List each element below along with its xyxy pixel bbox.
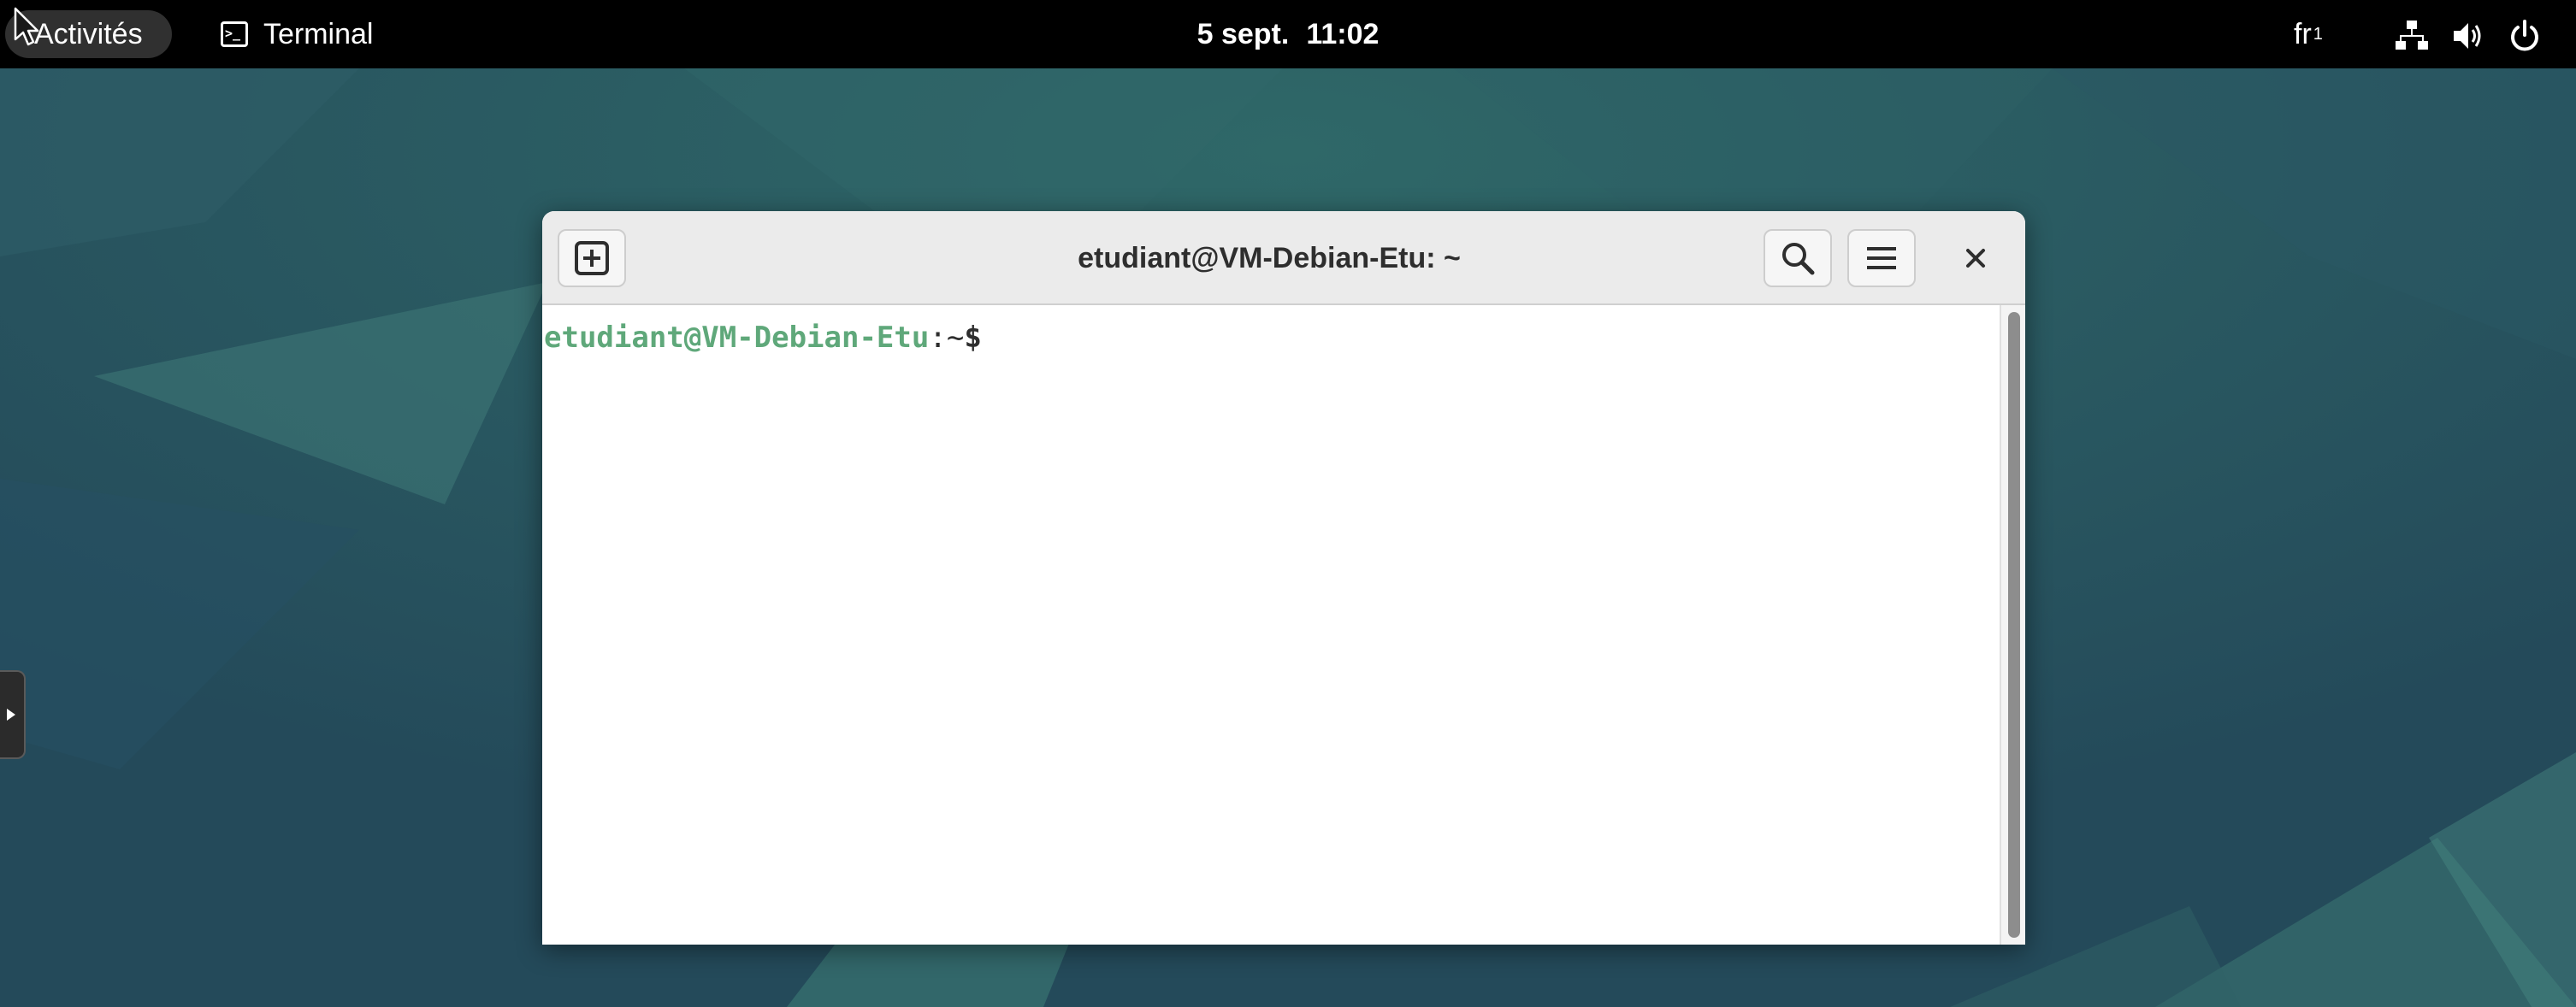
- power-icon[interactable]: [2508, 19, 2542, 53]
- network-wired-icon[interactable]: [2395, 19, 2429, 53]
- app-menu-terminal[interactable]: >_ Terminal: [221, 10, 373, 58]
- clock-button[interactable]: 5 sept. 11:02: [1112, 10, 1464, 58]
- prompt-symbol: $: [964, 321, 982, 355]
- keyboard-layout-index: 1: [2313, 24, 2323, 44]
- search-icon: [1782, 243, 1815, 275]
- clock-date: 5 sept.: [1196, 17, 1290, 50]
- terminal-window[interactable]: etudiant@VM-Debian-Etu: ~ etudiant@VM-De…: [542, 211, 2025, 945]
- search-button[interactable]: [1764, 229, 1832, 287]
- top-bar: Activités >_ Terminal 5 sept. 11:02 fr 1: [0, 0, 2576, 68]
- shell-prompt: etudiant@VM-Debian-Etu:~$: [544, 321, 982, 355]
- keyboard-layout-label: fr: [2294, 17, 2312, 50]
- terminal-text-area[interactable]: etudiant@VM-Debian-Etu:~$: [542, 305, 2025, 945]
- desktop: Activités >_ Terminal 5 sept. 11:02 fr1: [0, 0, 2576, 1007]
- expand-arrow-icon: [7, 709, 15, 721]
- prompt-directory: ~: [946, 321, 965, 355]
- dock-reveal-handle[interactable]: [0, 670, 26, 759]
- new-tab-button[interactable]: [558, 229, 626, 287]
- close-icon: [1966, 249, 1985, 268]
- terminal-icon: >_: [221, 21, 248, 47]
- clock-time: 11:02: [1306, 17, 1380, 50]
- close-window-button[interactable]: [1947, 229, 2005, 287]
- main-menu-button[interactable]: [1847, 229, 1916, 287]
- new-tab-icon: [575, 241, 609, 275]
- volume-icon[interactable]: [2451, 19, 2485, 53]
- hamburger-menu-icon: [1867, 247, 1896, 269]
- prompt-user-host: etudiant@VM-Debian-Etu: [544, 321, 930, 355]
- app-menu-label: Terminal: [263, 17, 374, 50]
- scrollbar-thumb[interactable]: [2008, 312, 2020, 938]
- window-title: etudiant@VM-Debian-Etu: ~: [1078, 241, 1461, 274]
- mouse-cursor-icon: [14, 7, 39, 46]
- terminal-headerbar[interactable]: etudiant@VM-Debian-Etu: ~: [542, 211, 2025, 305]
- activities-label: Activités: [34, 17, 143, 50]
- prompt-separator: :: [929, 321, 947, 355]
- keyboard-layout-indicator[interactable]: fr 1: [2294, 10, 2323, 58]
- terminal-scrollbar[interactable]: [2000, 305, 2025, 945]
